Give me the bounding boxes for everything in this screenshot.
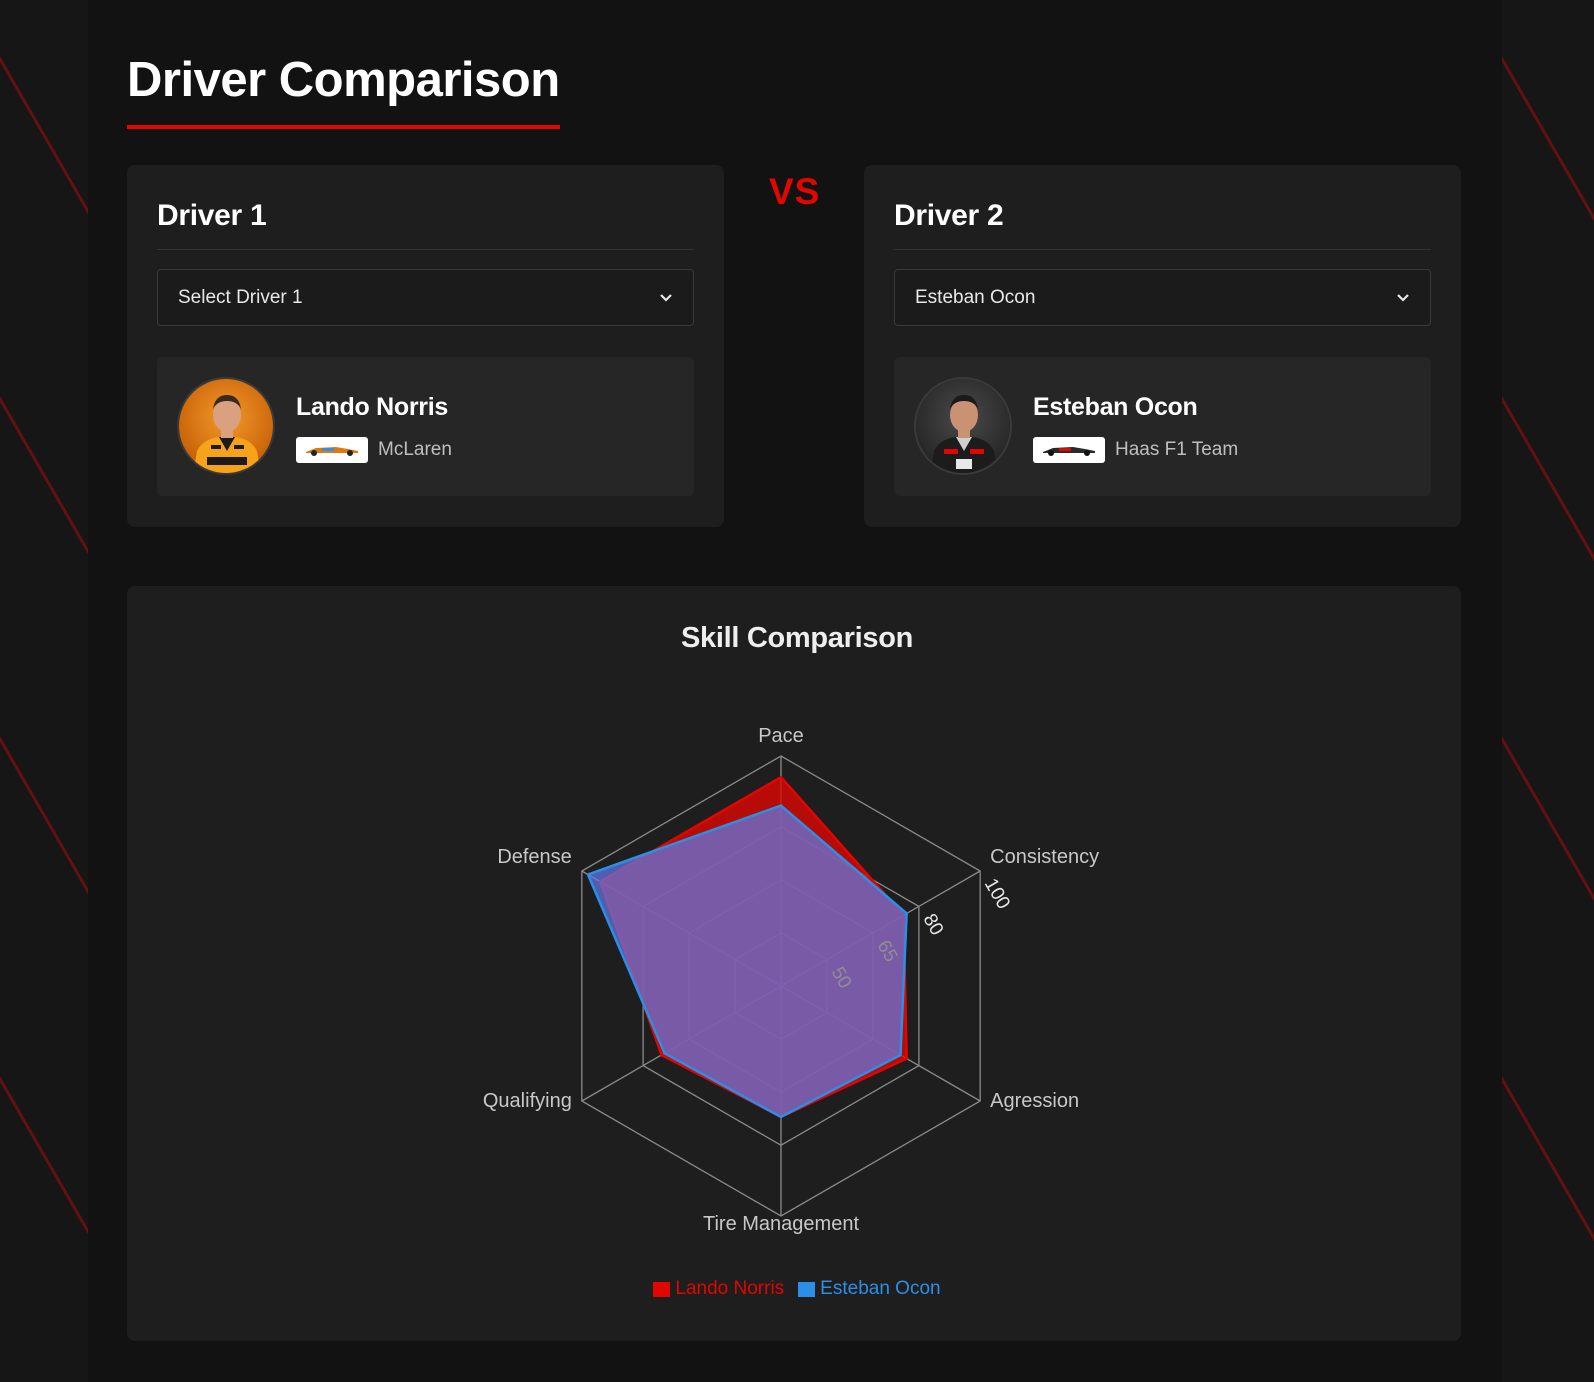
driver-2-card: Driver 2 Esteban Ocon Esteban Ocon Haas …: [864, 165, 1461, 527]
legend-swatch-series-2: [798, 1281, 816, 1297]
driver-1-select-value: Select Driver 1: [178, 286, 303, 308]
mclaren-car-icon: [296, 437, 368, 463]
legend-swatch-series-1: [653, 1281, 671, 1297]
radar-tick-label-2: 80: [919, 910, 948, 939]
driver-1-team-name: McLaren: [378, 439, 452, 460]
driver-1-card: Driver 1 Select Driver 1 Lando Norris Mc…: [127, 165, 724, 527]
driver-1-team: McLaren: [296, 437, 452, 463]
driver-2-select-value: Esteban Ocon: [915, 286, 1036, 308]
radar-axis-label-agression: Agression: [990, 1090, 1079, 1112]
background-stripes-right: [1502, 0, 1594, 1382]
legend-label-series-1: Lando Norris: [675, 1278, 785, 1299]
haas-car-icon: [1033, 437, 1105, 463]
driver-2-heading: Driver 2: [894, 199, 1431, 250]
radar-axis-label-pace: Pace: [758, 725, 804, 747]
page-title: Driver Comparison: [127, 56, 560, 129]
radar-axis-label-defense: Defense: [497, 846, 572, 868]
driver-2-info: Esteban Ocon Haas F1 Team: [894, 357, 1431, 496]
driver-1-select[interactable]: Select Driver 1: [157, 269, 694, 326]
chevron-down-icon: [659, 293, 673, 303]
driver-2-name: Esteban Ocon: [1033, 393, 1198, 421]
driver-1-name: Lando Norris: [296, 393, 448, 421]
legend-item-series-1[interactable]: Lando Norris: [653, 1278, 784, 1300]
legend-item-series-2[interactable]: Esteban Ocon: [798, 1278, 941, 1300]
driver-2-avatar: [914, 377, 1012, 475]
driver-1-heading: Driver 1: [157, 199, 694, 250]
chevron-down-icon: [1396, 293, 1410, 303]
driver-1-avatar: [177, 377, 275, 475]
driver-2-team: Haas F1 Team: [1033, 437, 1238, 463]
radar-axis-label-consistency: Consistency: [990, 846, 1099, 868]
radar-tick-label-3: 100: [980, 875, 1014, 913]
driver-2-team-name: Haas F1 Team: [1115, 439, 1239, 460]
chart-legend: Lando Norris Esteban Ocon: [0, 1278, 1594, 1300]
radar-axis-label-qualifying: Qualifying: [483, 1090, 572, 1112]
vs-label: VS: [769, 171, 821, 212]
radar-axis-label-tire-management: Tire Management: [703, 1213, 859, 1235]
radar-chart: 506580100PaceConsistencyAgressionTire Ma…: [483, 725, 1099, 1235]
legend-label-series-2: Esteban Ocon: [820, 1278, 941, 1299]
background-stripes-left: [0, 0, 88, 1382]
driver-2-select[interactable]: Esteban Ocon: [894, 269, 1431, 326]
driver-1-info: Lando Norris McLaren: [157, 357, 694, 496]
